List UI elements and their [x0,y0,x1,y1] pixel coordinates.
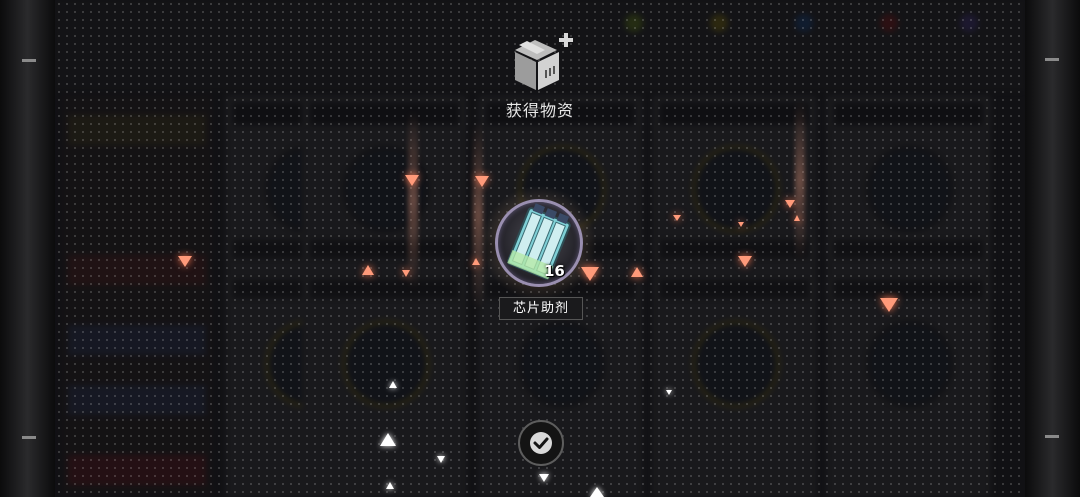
frame-tick [22,59,36,62]
particle-icon [785,200,795,208]
particle-icon [402,270,410,277]
particle-icon [666,390,672,395]
confirm-button[interactable] [518,420,564,466]
particle-icon [475,176,489,187]
left-frame [0,0,55,497]
frame-tick [22,436,36,439]
particle-icon [386,482,394,489]
light-beam [408,110,418,290]
checkmark-icon [530,432,552,454]
light-beam [795,100,805,260]
reward-header: 获得物资 [490,30,590,120]
particle-icon [631,267,643,277]
particle-icon [437,456,445,463]
frame-tick [1045,58,1059,61]
particle-icon [794,215,800,221]
particle-icon [673,215,681,221]
reward-item-slot[interactable]: 16 [481,185,597,301]
supply-box-plus-icon [515,33,573,90]
particle-icon [362,265,374,275]
particle-icon [380,433,396,446]
item-name-label: 芯片助剂 [499,297,583,320]
frame-tick [1045,435,1059,438]
particle-icon [389,381,397,388]
reward-title: 获得物资 [505,101,574,120]
particle-icon [738,256,752,267]
particle-icon [178,256,192,267]
particle-icon [590,487,604,497]
particle-icon [405,175,419,186]
particle-icon [738,222,744,227]
particle-icon [880,298,898,312]
right-frame [1025,0,1080,497]
item-count: 16 [544,262,565,280]
particle-icon [539,474,549,482]
light-beam [473,120,483,310]
particle-icon [472,258,480,265]
